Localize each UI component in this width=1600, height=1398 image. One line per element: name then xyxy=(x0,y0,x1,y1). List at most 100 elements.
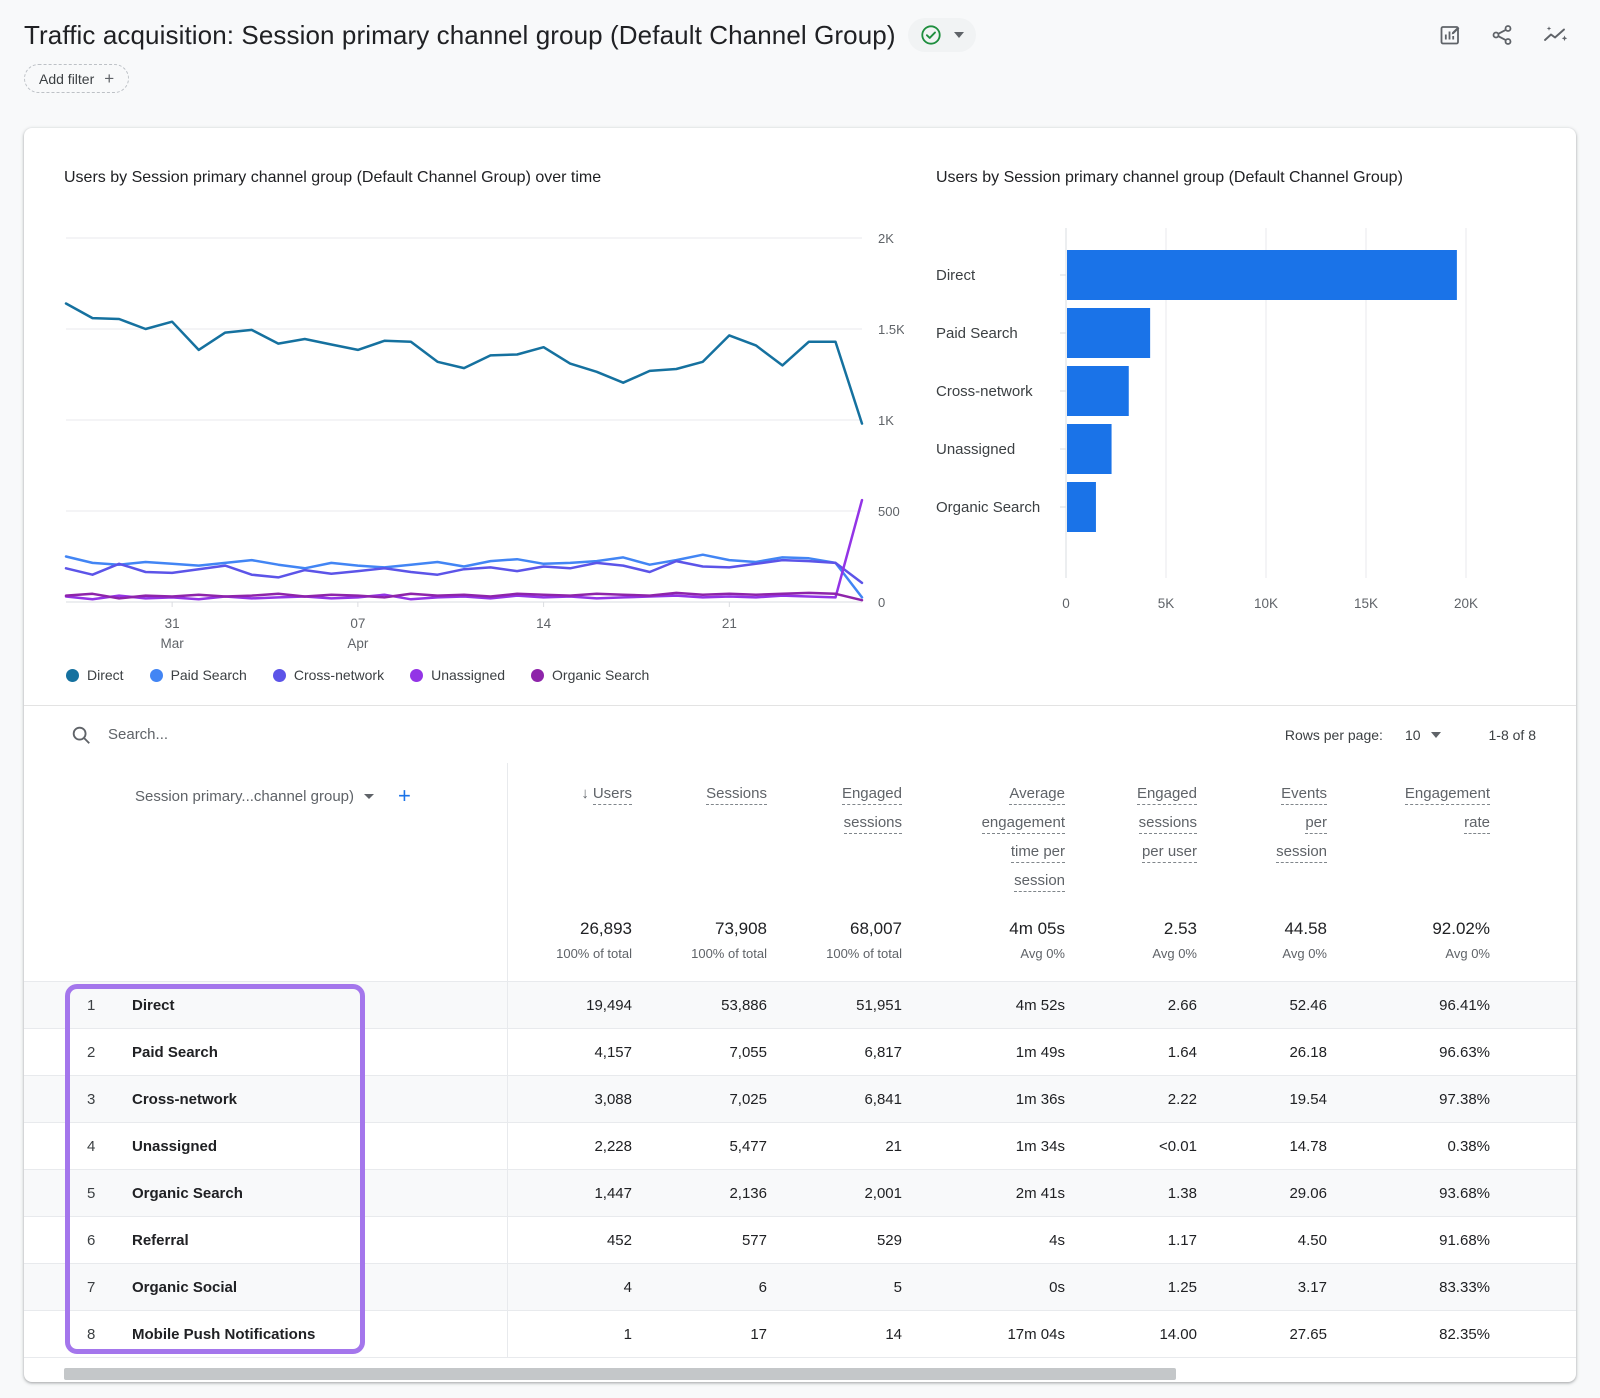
legend-dot xyxy=(531,669,544,682)
add-filter-label: Add filter xyxy=(39,71,94,87)
totals-cell: 4m 05sAvg 0% xyxy=(914,919,1077,961)
totals-cell: 68,007100% of total xyxy=(779,919,914,961)
column-header-engagement-rate[interactable]: Engagementrate xyxy=(1339,779,1502,837)
table-totals-row: 26,893100% of total73,908100% of total68… xyxy=(24,895,1576,981)
row-metric-value: 1m 34s xyxy=(914,1138,1077,1155)
row-metric-value: 2m 41s xyxy=(914,1185,1077,1202)
y-axis-tick-label: 1.5K xyxy=(878,322,904,337)
totals-cell: 26,893100% of total xyxy=(507,919,644,961)
row-metric-value: 4 xyxy=(507,1279,644,1296)
x-axis-tick-sublabel: Apr xyxy=(347,636,369,651)
edit-report-icon[interactable] xyxy=(1438,23,1462,47)
row-metric-value: 1 xyxy=(507,1326,644,1343)
chevron-down-icon[interactable] xyxy=(364,794,374,799)
legend-item: Cross-network xyxy=(273,667,384,683)
row-metric-value: 0.38% xyxy=(1339,1138,1502,1155)
table-toolbar: Rows per page: 10 1-8 of 8 xyxy=(24,705,1576,763)
row-channel-name: Organic Social xyxy=(112,1279,507,1296)
row-metric-value: 3,088 xyxy=(507,1091,644,1108)
add-filter-button[interactable]: Add filter + xyxy=(24,64,129,93)
row-metric-value: 17 xyxy=(644,1326,779,1343)
totals-cell: 92.02%Avg 0% xyxy=(1339,919,1502,961)
row-metric-value: 4.50 xyxy=(1209,1232,1339,1249)
row-metric-value: 6,817 xyxy=(779,1044,914,1061)
row-metric-value: 1.17 xyxy=(1077,1232,1209,1249)
rows-per-page-select[interactable]: 10 xyxy=(1405,727,1441,743)
add-dimension-button[interactable]: + xyxy=(398,785,411,807)
column-header-sessions[interactable]: Sessions xyxy=(644,779,779,808)
search-icon[interactable] xyxy=(70,724,92,746)
insights-icon[interactable] xyxy=(1542,23,1568,47)
table-row: 7Organic Social4650s1.253.1783.33% xyxy=(24,1263,1576,1310)
column-header-line: time per xyxy=(914,837,1065,866)
totals-value: 68,007 xyxy=(779,919,902,939)
totals-value: 92.02% xyxy=(1339,919,1490,939)
column-header-users[interactable]: ↓Users xyxy=(507,779,644,808)
column-header-line: ↓Users xyxy=(507,779,632,808)
line-series-direct xyxy=(66,304,862,424)
y-axis-tick-label: 1K xyxy=(878,413,894,428)
table-row: 8Mobile Push Notifications1171417m 04s14… xyxy=(24,1310,1576,1357)
row-metric-value: 26.18 xyxy=(1209,1044,1339,1061)
line-series-paid_search xyxy=(66,555,862,598)
row-metric-value: 27.65 xyxy=(1209,1326,1339,1343)
line-chart-panel: Users by Session primary channel group (… xyxy=(64,166,904,705)
row-metric-value: 0s xyxy=(914,1279,1077,1296)
column-header-line: Average xyxy=(914,779,1065,808)
table-header-row: Session primary...channel group) + ↓User… xyxy=(24,763,1576,895)
row-metric-value: 5 xyxy=(779,1279,914,1296)
totals-value: 73,908 xyxy=(644,919,767,939)
bar-organic-search xyxy=(1067,482,1096,532)
totals-cell: 73,908100% of total xyxy=(644,919,779,961)
share-icon[interactable] xyxy=(1490,23,1514,47)
report-status-badge[interactable] xyxy=(908,18,976,52)
row-metric-value: 6 xyxy=(644,1279,779,1296)
row-metric-value: 2,228 xyxy=(507,1138,644,1155)
y-axis-tick-label: 500 xyxy=(878,504,900,519)
row-metric-value: 1m 49s xyxy=(914,1044,1077,1061)
bar-direct xyxy=(1067,250,1457,300)
column-header-line: Engaged xyxy=(779,779,902,808)
bar-category-label: Paid Search xyxy=(936,325,1018,342)
row-metric-value: 96.41% xyxy=(1339,997,1502,1014)
row-metric-value: 91.68% xyxy=(1339,1232,1502,1249)
row-metric-value: 14 xyxy=(779,1326,914,1343)
row-metric-value: 97.38% xyxy=(1339,1091,1502,1108)
column-header-line: sessions xyxy=(779,808,902,837)
bar-category-label: Organic Search xyxy=(936,499,1040,516)
report-card: Users by Session primary channel group (… xyxy=(24,128,1576,1382)
table-body: 1Direct19,49453,88651,9514m 52s2.6652.46… xyxy=(24,981,1576,1358)
column-header-events-per-session[interactable]: Eventspersession xyxy=(1209,779,1339,866)
x-axis-tick-label: 15K xyxy=(1354,596,1378,611)
row-metric-value: 96.63% xyxy=(1339,1044,1502,1061)
column-header-engaged-sessions-peruser[interactable]: Engagedsessionsper user xyxy=(1077,779,1209,866)
column-header-average-engagement-timeper-session[interactable]: Averageengagementtime persession xyxy=(914,779,1077,895)
table-row: 3Cross-network3,0887,0256,8411m 36s2.221… xyxy=(24,1075,1576,1122)
row-metric-value: 2,001 xyxy=(779,1185,914,1202)
row-channel-name: Paid Search xyxy=(112,1044,507,1061)
x-axis-tick-label: 10K xyxy=(1254,596,1278,611)
column-header-line: Sessions xyxy=(644,779,767,808)
legend-item: Paid Search xyxy=(150,667,247,683)
row-metric-value: 1.38 xyxy=(1077,1185,1209,1202)
pagination-range: 1-8 of 8 xyxy=(1489,727,1536,743)
users-by-channel-bar-chart: 05K10K15K20KDirectPaid SearchCross-netwo… xyxy=(936,222,1536,642)
totals-subtext: Avg 0% xyxy=(914,946,1065,961)
column-header-line: Engaged xyxy=(1077,779,1197,808)
column-header-line: session xyxy=(914,866,1065,895)
totals-subtext: 100% of total xyxy=(507,946,632,961)
search-input[interactable] xyxy=(108,726,428,743)
column-header-engaged-sessions[interactable]: Engagedsessions xyxy=(779,779,914,837)
dimension-selector[interactable]: Session primary...channel group) + xyxy=(64,779,507,807)
row-index: 3 xyxy=(64,1091,112,1108)
column-header-line: rate xyxy=(1339,808,1490,837)
horizontal-scrollbar-thumb[interactable] xyxy=(64,1368,1176,1380)
row-metric-value: 21 xyxy=(779,1138,914,1155)
row-metric-value: 577 xyxy=(644,1232,779,1249)
row-metric-value: 529 xyxy=(779,1232,914,1249)
row-metric-value: 2,136 xyxy=(644,1185,779,1202)
row-metric-value: 53,886 xyxy=(644,997,779,1014)
row-channel-name: Organic Search xyxy=(112,1185,507,1202)
legend-item: Unassigned xyxy=(410,667,505,683)
legend-label: Direct xyxy=(87,667,124,683)
